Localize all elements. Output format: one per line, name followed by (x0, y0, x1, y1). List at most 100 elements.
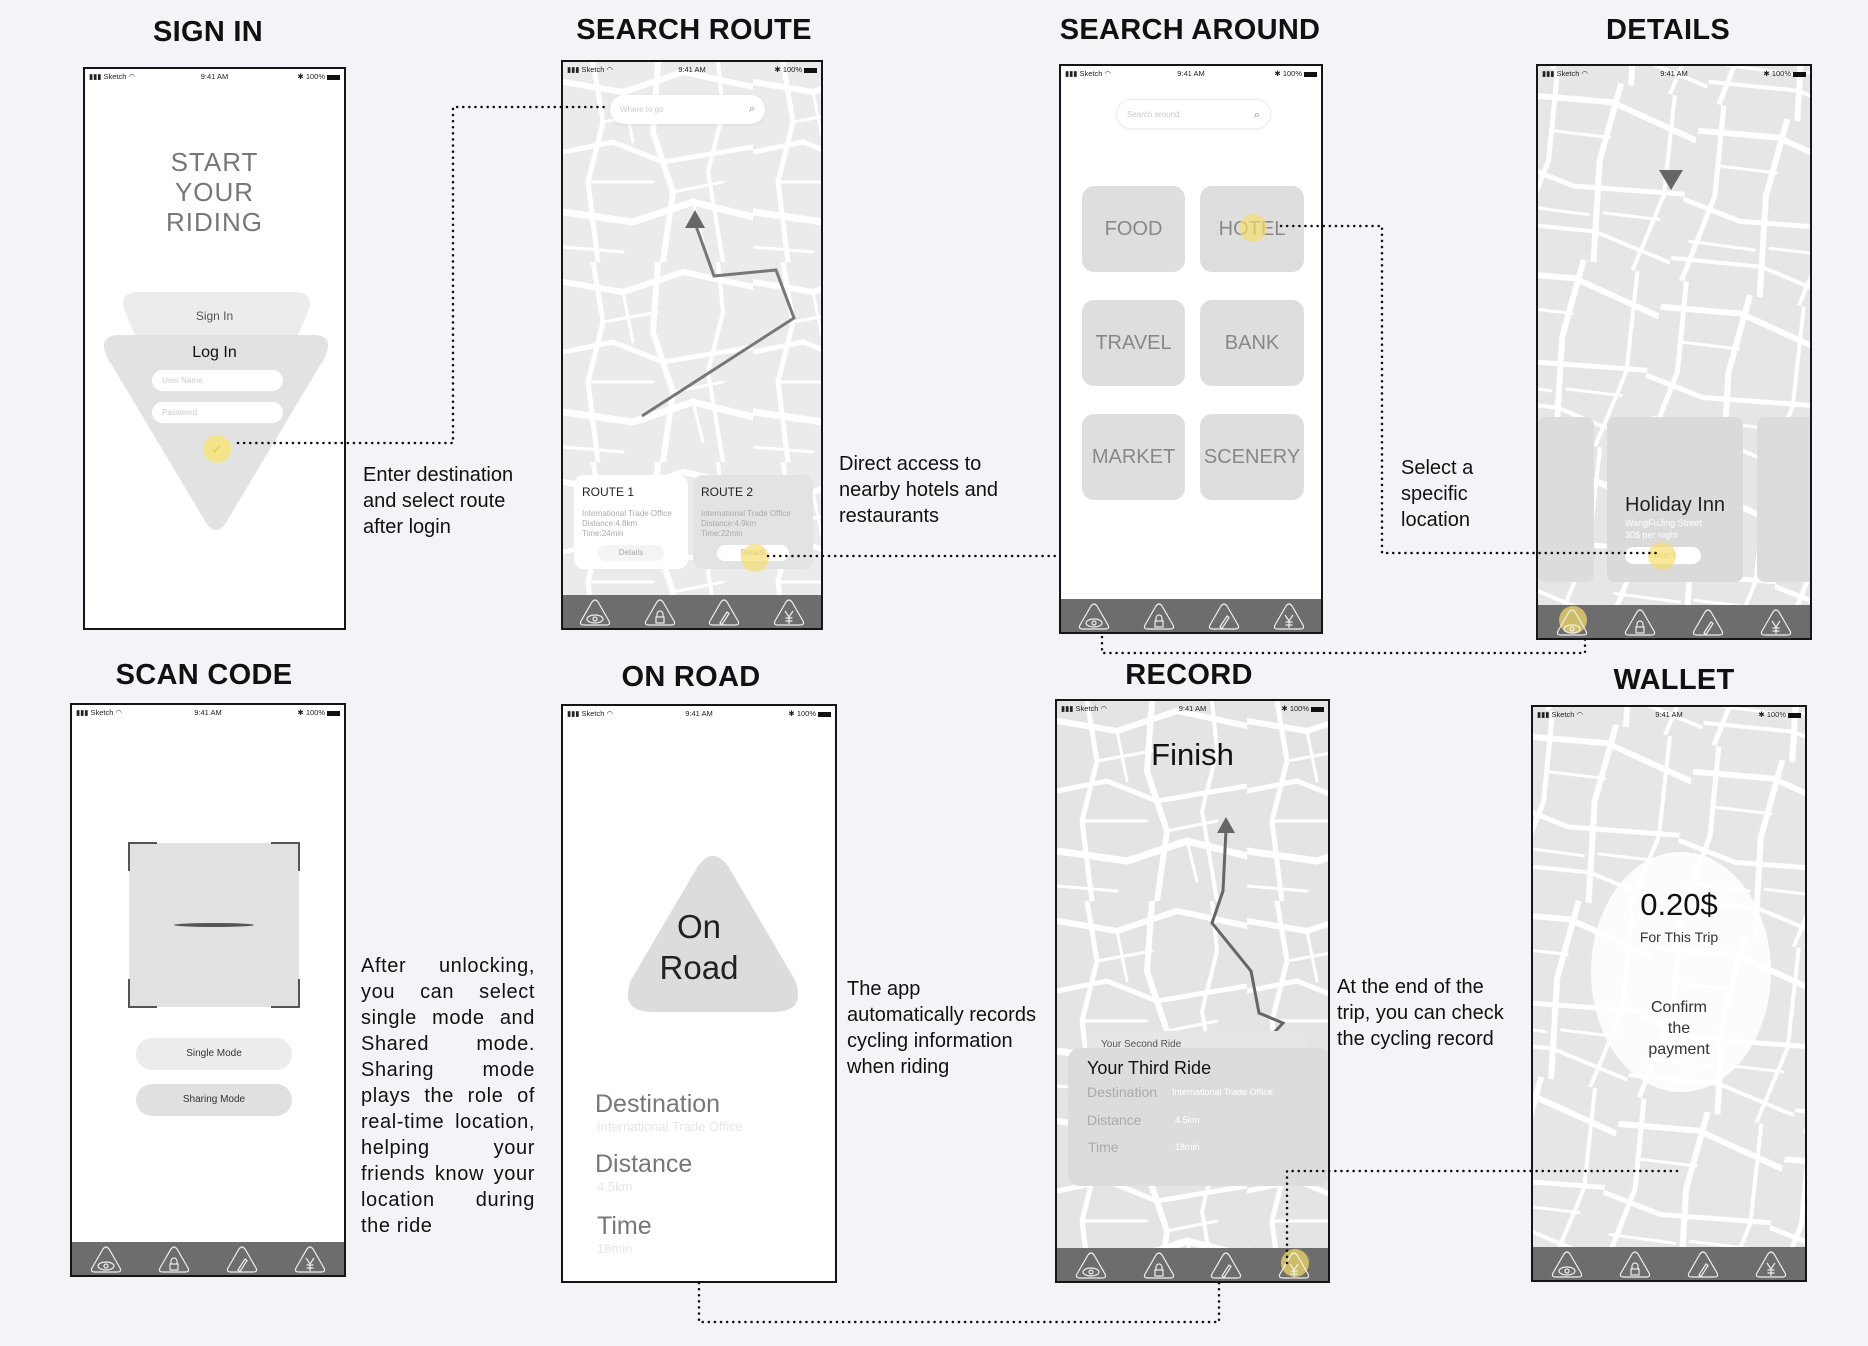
category-travel-button[interactable]: TRAVEL (1082, 300, 1185, 386)
battery-percent: 100% (305, 708, 325, 717)
tab-bar (72, 1242, 344, 1275)
tab-eye[interactable] (1551, 1250, 1583, 1278)
screen-title-wallet: WALLET (1613, 664, 1735, 696)
tab-lock[interactable] (1619, 1250, 1651, 1278)
search-input[interactable]: Search around ⌕ (1116, 99, 1271, 129)
note-scan-code: After unlocking, you can select single m… (361, 955, 535, 1237)
status-time: 9:41 AM (685, 709, 713, 718)
tab-pencil[interactable] (1692, 608, 1724, 636)
tab-bar (1061, 599, 1321, 632)
category-food-button[interactable]: FOOD (1082, 186, 1185, 272)
status-bar: ▮▮▮ Sketch ◠ 9:41 AM ✱ 100% (563, 706, 835, 720)
status-time: 9:41 AM (1178, 704, 1207, 713)
tab-lock[interactable] (1143, 602, 1175, 630)
tab-eye[interactable] (1078, 602, 1110, 630)
route-details-button[interactable]: Details (598, 545, 664, 561)
tab-lock[interactable] (1624, 608, 1656, 636)
yen-icon (773, 598, 804, 626)
tab-pencil[interactable] (1210, 1251, 1242, 1279)
phone-on-road: ▮▮▮ Sketch ◠ 9:41 AM ✱ 100% On Road Destin… (561, 704, 837, 1283)
search-placeholder: Where to go (620, 105, 664, 114)
battery-icon (327, 74, 340, 80)
tab-eye[interactable] (90, 1245, 122, 1273)
category-market-button[interactable]: MARKET (1082, 414, 1185, 500)
route-time: Time:24min (582, 529, 624, 538)
signal-carrier: ▮▮▮ Sketch ◠ (1061, 704, 1108, 713)
tab-eye[interactable] (579, 598, 611, 626)
category-scenery-button[interactable]: SCENERY (1200, 414, 1304, 500)
tab-lock[interactable] (644, 598, 676, 626)
category-bank-button[interactable]: BANK (1200, 300, 1304, 386)
tab-bar (1057, 1248, 1328, 1281)
route-card-1[interactable]: ROUTE 1 International Trade Office Dista… (574, 475, 688, 569)
time-label: Time (1088, 1139, 1119, 1155)
note-line: location (1401, 509, 1470, 531)
lock-icon (1143, 602, 1174, 630)
tab-yen[interactable] (1755, 1250, 1787, 1278)
signal-carrier: ▮▮▮ Sketch ◠ (76, 708, 123, 717)
username-input[interactable]: User Name (152, 370, 283, 391)
tab-pencil[interactable] (1687, 1250, 1719, 1278)
signal-carrier: ▮▮▮ Sketch ◠ (1542, 69, 1589, 78)
tab-eye[interactable] (1075, 1251, 1107, 1279)
route-distance: Distance:4.9km (701, 519, 757, 528)
eye-icon (1078, 602, 1109, 630)
wifi-icon: ◠ (128, 72, 136, 81)
badge-line: Road (659, 949, 739, 986)
sharing-mode-button[interactable]: Sharing Mode (136, 1084, 292, 1116)
confirm-payment-button[interactable]: Confirm the payment (1533, 997, 1805, 1060)
previous-ride-label: Your Second Ride (1101, 1039, 1182, 1050)
confirm-check-button[interactable]: ✓ (203, 435, 231, 463)
place-price: 30$ per night (1625, 530, 1678, 540)
lock-icon (1624, 608, 1656, 636)
battery-status: ✱ 100% (788, 709, 831, 718)
tab-yen[interactable] (773, 598, 805, 626)
destination-value: International Trade Office (597, 1119, 743, 1134)
password-input[interactable]: Password (152, 402, 283, 423)
tab-lock[interactable] (1143, 1251, 1175, 1279)
bluetooth-icon: ✱ (1763, 69, 1770, 78)
status-time: 9:41 AM (200, 72, 229, 81)
tab-pencil[interactable] (226, 1245, 258, 1273)
destination-label: Destination (595, 1090, 721, 1118)
phone-search-around: ▮▮▮ Sketch ◠ 9:41 AM ✱ 100% Search around … (1059, 64, 1323, 634)
screen-title-on-road: ON ROAD (621, 661, 761, 693)
battery-icon (1311, 706, 1324, 712)
search-input[interactable]: Where to go ⌕ (610, 95, 765, 124)
battery-percent: 100% (1766, 710, 1786, 719)
qr-scanner-frame[interactable] (127, 841, 301, 1009)
tab-yen[interactable] (1760, 608, 1792, 636)
note-line: the cycling record (1337, 1028, 1494, 1050)
time-label: Time (597, 1212, 652, 1240)
log-in-heading: Log In (192, 344, 237, 361)
destination-label: Destination (1087, 1084, 1158, 1100)
tab-pencil[interactable] (1208, 602, 1240, 630)
battery-percent: 100% (782, 65, 802, 74)
status-bar: ▮▮▮ Sketch ◠ 9:41 AM ✱ 100% (1057, 701, 1328, 715)
wifi-icon: ◠ (1104, 69, 1112, 78)
tab-yen[interactable] (294, 1245, 326, 1273)
map[interactable] (1533, 707, 1805, 1280)
single-mode-button[interactable]: Single Mode (136, 1038, 292, 1070)
signal-carrier: ▮▮▮ Sketch ◠ (567, 709, 614, 718)
map[interactable] (1057, 701, 1328, 1281)
wifi-icon: ◠ (1581, 69, 1589, 78)
bluetooth-icon: ✱ (1758, 710, 1765, 719)
tab-eye[interactable] (1556, 605, 1588, 636)
tab-pencil[interactable] (708, 598, 740, 626)
sign-in-tab[interactable]: Sign In (85, 309, 344, 323)
tab-yen[interactable] (1273, 602, 1305, 630)
bluetooth-icon: ✱ (297, 708, 304, 717)
note-line: Direct access to (839, 453, 982, 475)
tab-yen[interactable] (1278, 1248, 1310, 1279)
battery-icon (804, 67, 817, 73)
destination-value: International Trade Office (1172, 1087, 1273, 1097)
battery-status: ✱ 100% (297, 708, 340, 717)
phone-record: ▮▮▮ Sketch ◠ 9:41 AM ✱ 100% Finish Your Se… (1055, 699, 1330, 1283)
place-name: Holiday Inn (1625, 494, 1726, 516)
tab-lock[interactable] (158, 1245, 190, 1273)
wifi-icon: ◠ (1100, 704, 1108, 713)
tap-highlight (1648, 542, 1676, 570)
status-bar: ▮▮▮ Sketch ◠ 9:41 AM ✱ 100% (563, 62, 821, 76)
status-time: 9:41 AM (678, 65, 706, 74)
